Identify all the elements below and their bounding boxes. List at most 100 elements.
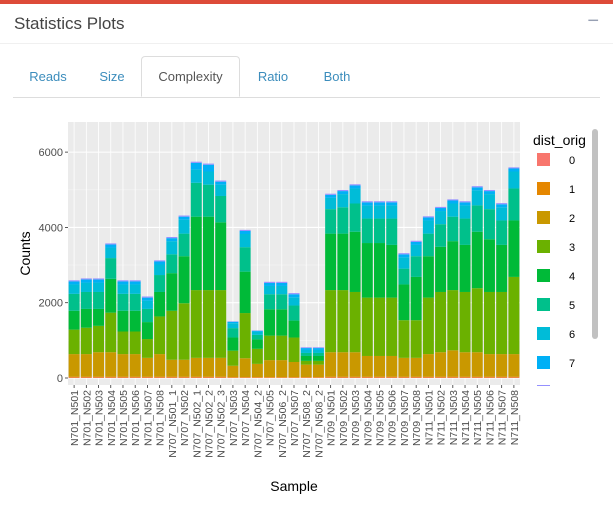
bar-segment [227,323,238,328]
bar-segment [105,352,116,376]
bar-segment [105,313,116,353]
bar-segment [166,238,177,241]
bar-segment [166,377,177,378]
bar-segment [252,331,263,332]
bar-segment [203,164,214,165]
legend-label: 2 [569,213,575,225]
bar-segment [289,297,300,305]
bar-segment [325,352,336,376]
bar-segment [105,279,116,313]
statistics-plots-box: Statistics Plots − Reads Size Complexity… [0,0,613,503]
x-tick-label: N701_N504 [106,390,118,446]
bar-segment [386,202,397,205]
bar-segment [472,205,483,231]
bar-segment [289,362,300,377]
bar-segment [105,243,116,244]
bar-segment [69,377,80,378]
bar-segment [301,348,312,350]
bar-segment [203,290,214,358]
bar-segment [386,245,397,298]
bar-segment [191,162,202,163]
bar-segment [227,338,238,351]
bar-segment [301,365,312,377]
bar-segment [398,253,409,254]
bar-segment [81,278,92,279]
bar-segment [508,188,519,220]
bar-segment [496,245,507,292]
bar-segment [484,191,495,194]
bar-segment [154,260,165,261]
bar-segment [423,377,434,378]
bar-segment [325,234,336,290]
bar-segment [154,292,165,316]
legend-scrollbar[interactable] [592,129,598,339]
x-tick-label: N701_N501 [69,390,81,446]
tab-complexity[interactable]: Complexity [141,56,240,97]
bar-segment [484,239,495,292]
bar-segment [240,377,251,378]
bar-segment [362,202,373,205]
bar-segment [166,241,177,254]
bar-segment [142,339,153,358]
bar-segment [179,303,190,359]
bar-segment [386,377,397,378]
legend-label: 8 [569,387,575,399]
bar-segment [423,217,434,220]
minus-icon[interactable]: − [587,10,599,33]
tab-both[interactable]: Both [306,56,368,96]
x-tick-label: N701_N506 [130,390,142,446]
bar-segment [386,356,397,377]
bar-segment [276,309,287,335]
bar-segment [289,306,300,321]
bar-segment [484,194,495,209]
bar-segment [411,242,422,245]
bar-segment [276,282,287,283]
bar-segment [374,219,385,243]
bar-segment [350,352,361,376]
bar-segment [313,348,324,350]
tab-size[interactable]: Size [83,56,141,96]
tab-reads[interactable]: Reads [13,56,83,96]
x-tick-label: N709_N508 [411,390,423,446]
bar-segment [313,377,324,378]
bar-segment [423,377,434,378]
bar-segment [484,377,495,378]
bar-segment [411,277,422,320]
bar-segment [472,187,483,190]
bar-segment [411,245,422,256]
bar-segment [496,204,507,207]
bar-segment [350,377,361,378]
bar-segment [215,196,226,222]
bar-segment [130,281,141,284]
bar-segment [191,183,202,217]
bar-segment [203,172,214,185]
bar-segment [252,349,263,364]
bar-segment [325,377,336,378]
bar-segment [508,277,519,354]
bar-segment [179,377,190,378]
x-tick-label: N707_N505 [265,390,277,446]
bar-segment [93,278,104,279]
bar-segment [264,286,275,294]
legend-label: 4 [569,271,575,283]
bar-segment [447,199,458,200]
tab-ratio[interactable]: Ratio [240,56,306,96]
bar-segment [447,377,458,378]
bar-segment [93,280,104,283]
bar-segment [264,294,275,309]
bar-segment [166,360,177,377]
bar-segment [289,321,300,338]
x-tick-label: N701_N502 [81,390,93,446]
bar-segment [374,298,385,356]
legend-key [537,153,550,166]
bar-segment [117,294,128,311]
bar-segment [398,257,409,268]
bar-segment [325,194,336,195]
legend-key [537,356,550,369]
bar-segment [142,377,153,378]
bar-segment [117,284,128,293]
bar-segment [191,358,202,377]
bar-segment [337,377,348,378]
bar-segment [142,301,153,309]
bar-segment [154,261,165,264]
